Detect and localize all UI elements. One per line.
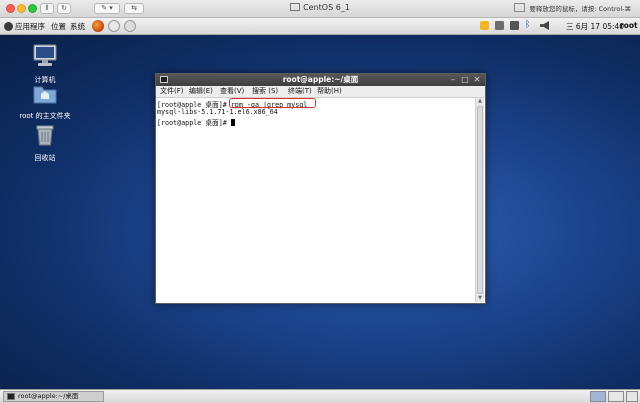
keyboard-icon[interactable] [510,21,519,30]
gnome-foot-icon [4,22,13,31]
menu-search[interactable]: 搜索 (S) [252,86,278,97]
menu-applications[interactable]: 应用程序 [4,21,45,32]
terminal-window[interactable]: root@apple:~/桌面 – □ ✕ 文件(F) 编辑(E) 查看(V) … [155,73,486,304]
workspace-2[interactable] [608,391,624,402]
vm-icon [290,3,301,11]
user-menu[interactable]: root [620,21,638,30]
desktop-icon-home[interactable]: root 的主文件夹 [10,83,80,121]
workspace-1[interactable] [590,391,606,402]
maximize-icon[interactable]: □ [460,75,470,85]
terminal-line: mysql-libs-5.1.71-1.el6.x86_64 [157,108,278,116]
minimize-icon[interactable]: – [448,75,458,85]
email-launcher-icon[interactable] [108,20,120,32]
menu-edit[interactable]: 编辑(E) [189,86,213,97]
terminal-titlebar[interactable]: root@apple:~/桌面 – □ ✕ [156,74,485,86]
clock[interactable]: 三 6月 17 05:40 [566,21,624,32]
trash-icon [36,125,54,146]
bottom-panel: root@apple:~/桌面 [0,389,640,403]
update-notifier-icon[interactable] [480,21,489,30]
menu-terminal[interactable]: 终端(T) [288,86,312,97]
terminal-output[interactable]: [root@apple 桌面]# rpm -qa |grep mysql mys… [157,98,477,302]
computer-icon [33,44,57,66]
desktop-icon-label: root 的主文件夹 [19,112,71,120]
network-icon[interactable] [495,21,504,30]
menu-help[interactable]: 帮助(H) [317,86,342,97]
menu-places[interactable]: 位置 [51,21,66,32]
desktop-icon-trash[interactable]: 回收站 [10,123,80,163]
close-icon[interactable]: ✕ [472,75,482,85]
command-highlight [229,98,316,108]
terminal-icon [160,76,168,83]
menu-view[interactable]: 查看(V) [220,86,244,97]
help-launcher-icon[interactable] [124,20,136,32]
home-folder-icon [33,86,57,104]
scrollbar-thumb[interactable] [477,106,483,294]
terminal-title: root@apple:~/桌面 [282,75,359,84]
firefox-launcher-icon[interactable] [92,20,104,32]
menu-file[interactable]: 文件(F) [160,86,184,97]
desktop-icon-label: 回收站 [34,154,56,162]
top-panel: 应用程序 位置 系统 ᛒ 三 6月 17 05:40 root [0,18,640,35]
volume-icon[interactable] [540,21,549,30]
workspace-3[interactable] [626,391,638,402]
menu-system[interactable]: 系统 [70,21,85,32]
terminal-icon [7,393,15,400]
terminal-line: [root@apple 桌面]# [157,117,235,127]
terminal-scrollbar[interactable]: ▲ ▼ [475,98,484,302]
scroll-up-icon[interactable]: ▲ [476,98,484,105]
taskbar-item-terminal[interactable]: root@apple:~/桌面 [3,391,104,402]
message-icon [514,3,526,12]
scroll-down-icon[interactable]: ▼ [476,295,484,302]
mouse-release-hint: 要释放您的鼠标，请按: Control-⌘ [514,3,631,13]
text-cursor [230,119,235,126]
desktop-icon-computer[interactable]: 计算机 [10,43,80,85]
bluetooth-icon[interactable]: ᛒ [525,21,534,30]
terminal-menubar: 文件(F) 编辑(E) 查看(V) 搜索 (S) 终端(T) 帮助(H) [156,86,485,98]
vm-window-titlebar: ⫴ ↻ ✎ ▾ ⇆ CentOS 6_1 要释放您的鼠标，请按: Control… [0,0,640,18]
